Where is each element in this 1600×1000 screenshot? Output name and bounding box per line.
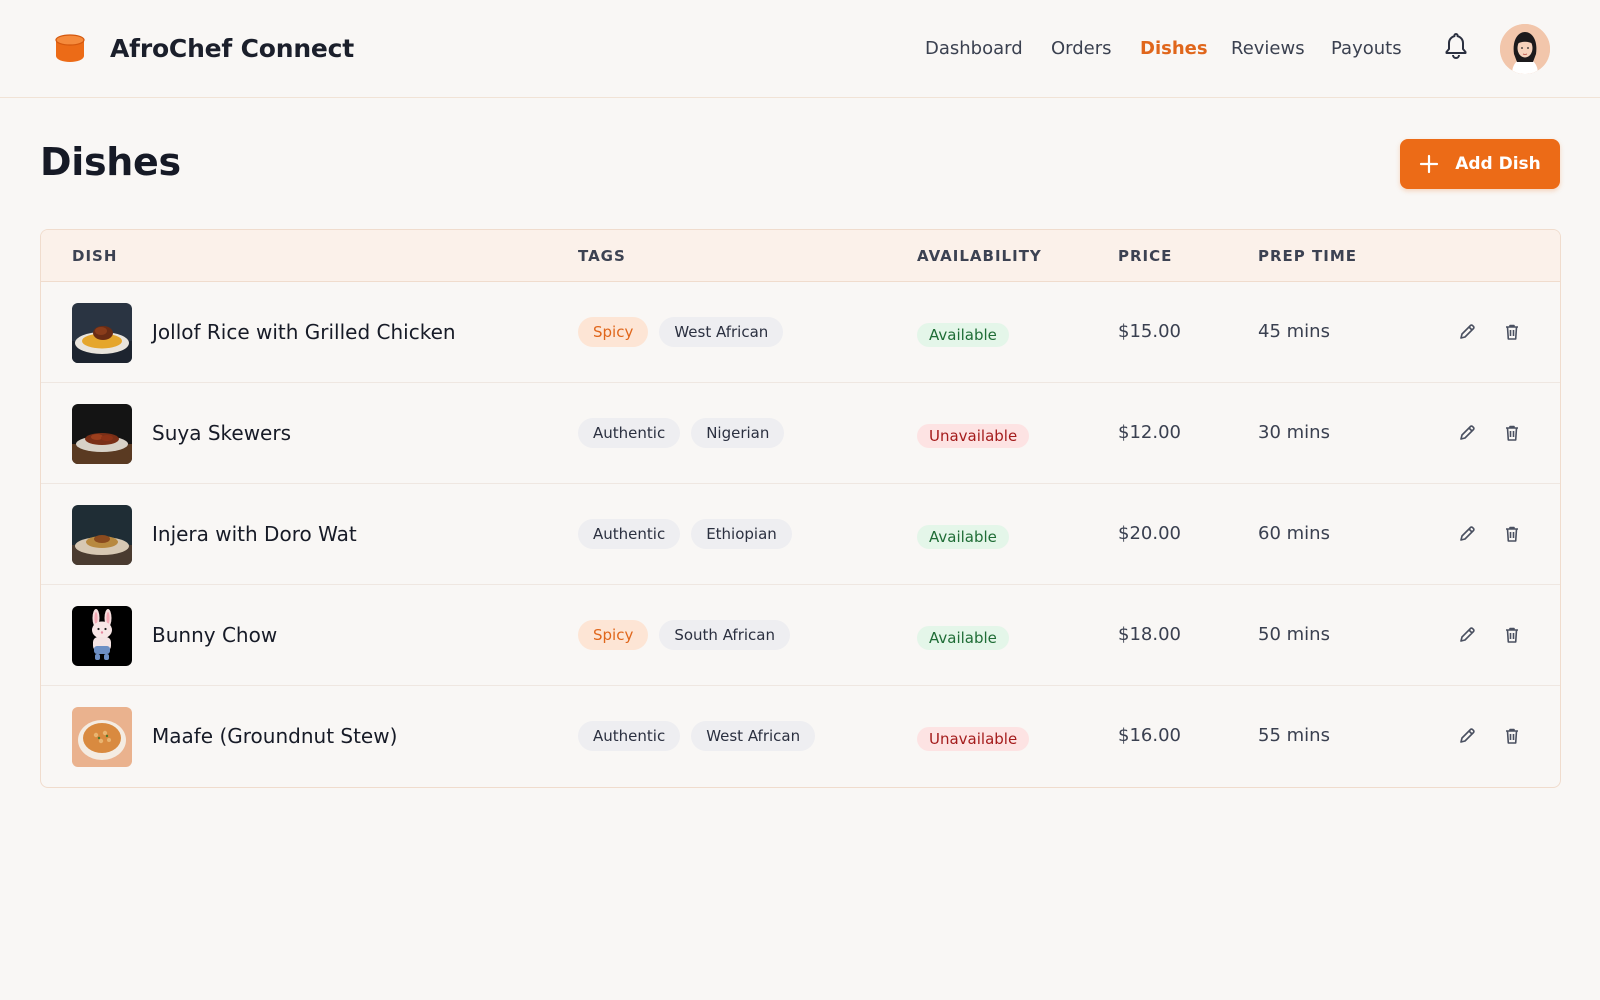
table-row[interactable]: Maafe (Groundnut Stew) Authentic West Af… (41, 686, 1560, 787)
trash-icon[interactable] (1502, 423, 1522, 443)
column-header-tags: TAGS (578, 247, 626, 265)
tag-list: Spicy West African (578, 317, 794, 347)
dish-name: Maafe (Groundnut Stew) (152, 724, 398, 748)
trash-icon[interactable] (1502, 322, 1522, 342)
nav-reviews[interactable]: Reviews (1231, 38, 1305, 59)
avatar-portrait-icon (1500, 24, 1550, 74)
prep-time: 50 mins (1258, 624, 1330, 645)
table-header: DISH TAGS AVAILABILITY PRICE PREP TIME (41, 230, 1560, 282)
nav-dashboard[interactable]: Dashboard (925, 38, 1023, 59)
availability-badge: Available (917, 323, 1009, 347)
nav-payouts[interactable]: Payouts (1331, 38, 1402, 59)
column-header-price: PRICE (1118, 247, 1173, 265)
tag-list: Spicy South African (578, 620, 801, 650)
bell-icon[interactable] (1443, 31, 1469, 59)
nav-orders[interactable]: Orders (1051, 38, 1112, 59)
add-dish-button[interactable]: Add Dish (1400, 139, 1560, 189)
page-title: Dishes (40, 140, 181, 184)
dish-thumbnail (72, 606, 132, 666)
tag-list: Authentic Ethiopian (578, 519, 803, 549)
tag-chip: Authentic (578, 721, 681, 751)
tag-chip: Spicy (578, 620, 649, 650)
tag-chip: Ethiopian (691, 519, 792, 549)
trash-icon[interactable] (1502, 524, 1522, 544)
tag-chip: Authentic (578, 418, 681, 448)
dish-thumbnail (72, 303, 132, 363)
tag-list: Authentic West African (578, 721, 826, 751)
dish-name: Bunny Chow (152, 623, 278, 647)
table-row[interactable]: Jollof Rice with Grilled Chicken Spicy W… (41, 282, 1560, 383)
main-nav: Dashboard Orders Dishes Reviews Payouts (0, 38, 1600, 62)
pencil-icon[interactable] (1457, 726, 1477, 746)
tag-chip: Spicy (578, 317, 649, 347)
column-header-prep-time: PREP TIME (1258, 247, 1357, 265)
table-row[interactable]: Suya Skewers Authentic Nigerian Unavaila… (41, 383, 1560, 484)
prep-time: 45 mins (1258, 321, 1330, 342)
dishes-table: DISH TAGS AVAILABILITY PRICE PREP TIME J… (40, 229, 1561, 788)
pencil-icon[interactable] (1457, 423, 1477, 443)
pencil-icon[interactable] (1457, 524, 1477, 544)
dish-thumbnail (72, 505, 132, 565)
pencil-icon[interactable] (1457, 322, 1477, 342)
dish-name: Suya Skewers (152, 421, 291, 445)
tag-list: Authentic Nigerian (578, 418, 795, 448)
top-nav-bar: AfroChef Connect Dashboard Orders Dishes… (0, 0, 1600, 98)
table-row[interactable]: Bunny Chow Spicy South African Available… (41, 585, 1560, 686)
injera-photo (72, 505, 132, 565)
dish-thumbnail (72, 707, 132, 767)
bunny-illustration (72, 606, 132, 666)
dish-price: $12.00 (1118, 422, 1181, 443)
tag-chip: Nigerian (691, 418, 785, 448)
dish-price: $15.00 (1118, 321, 1181, 342)
trash-icon[interactable] (1502, 625, 1522, 645)
prep-time: 60 mins (1258, 523, 1330, 544)
jollof-rice-photo (72, 303, 132, 363)
dish-thumbnail (72, 404, 132, 464)
dish-price: $18.00 (1118, 624, 1181, 645)
add-dish-label: Add Dish (1455, 154, 1541, 174)
tag-chip: West African (691, 721, 816, 751)
availability-badge: Unavailable (917, 424, 1030, 448)
dish-price: $20.00 (1118, 523, 1181, 544)
tag-chip: South African (659, 620, 790, 650)
column-header-availability: AVAILABILITY (917, 247, 1042, 265)
suya-skewers-photo (72, 404, 132, 464)
availability-badge: Available (917, 525, 1009, 549)
table-row[interactable]: Injera with Doro Wat Authentic Ethiopian… (41, 484, 1560, 585)
nav-dishes[interactable]: Dishes (1140, 38, 1208, 59)
availability-badge: Available (917, 626, 1009, 650)
column-header-dish: DISH (72, 247, 118, 265)
pencil-icon[interactable] (1457, 625, 1477, 645)
availability-badge: Unavailable (917, 727, 1030, 751)
tag-chip: West African (659, 317, 784, 347)
prep-time: 55 mins (1258, 725, 1330, 746)
dish-name: Jollof Rice with Grilled Chicken (152, 320, 456, 344)
tag-chip: Authentic (578, 519, 681, 549)
user-avatar[interactable] (1500, 24, 1550, 74)
plus-icon (1420, 154, 1439, 174)
dish-name: Injera with Doro Wat (152, 522, 357, 546)
trash-icon[interactable] (1502, 726, 1522, 746)
maafe-stew-photo (72, 707, 132, 767)
dish-price: $16.00 (1118, 725, 1181, 746)
prep-time: 30 mins (1258, 422, 1330, 443)
